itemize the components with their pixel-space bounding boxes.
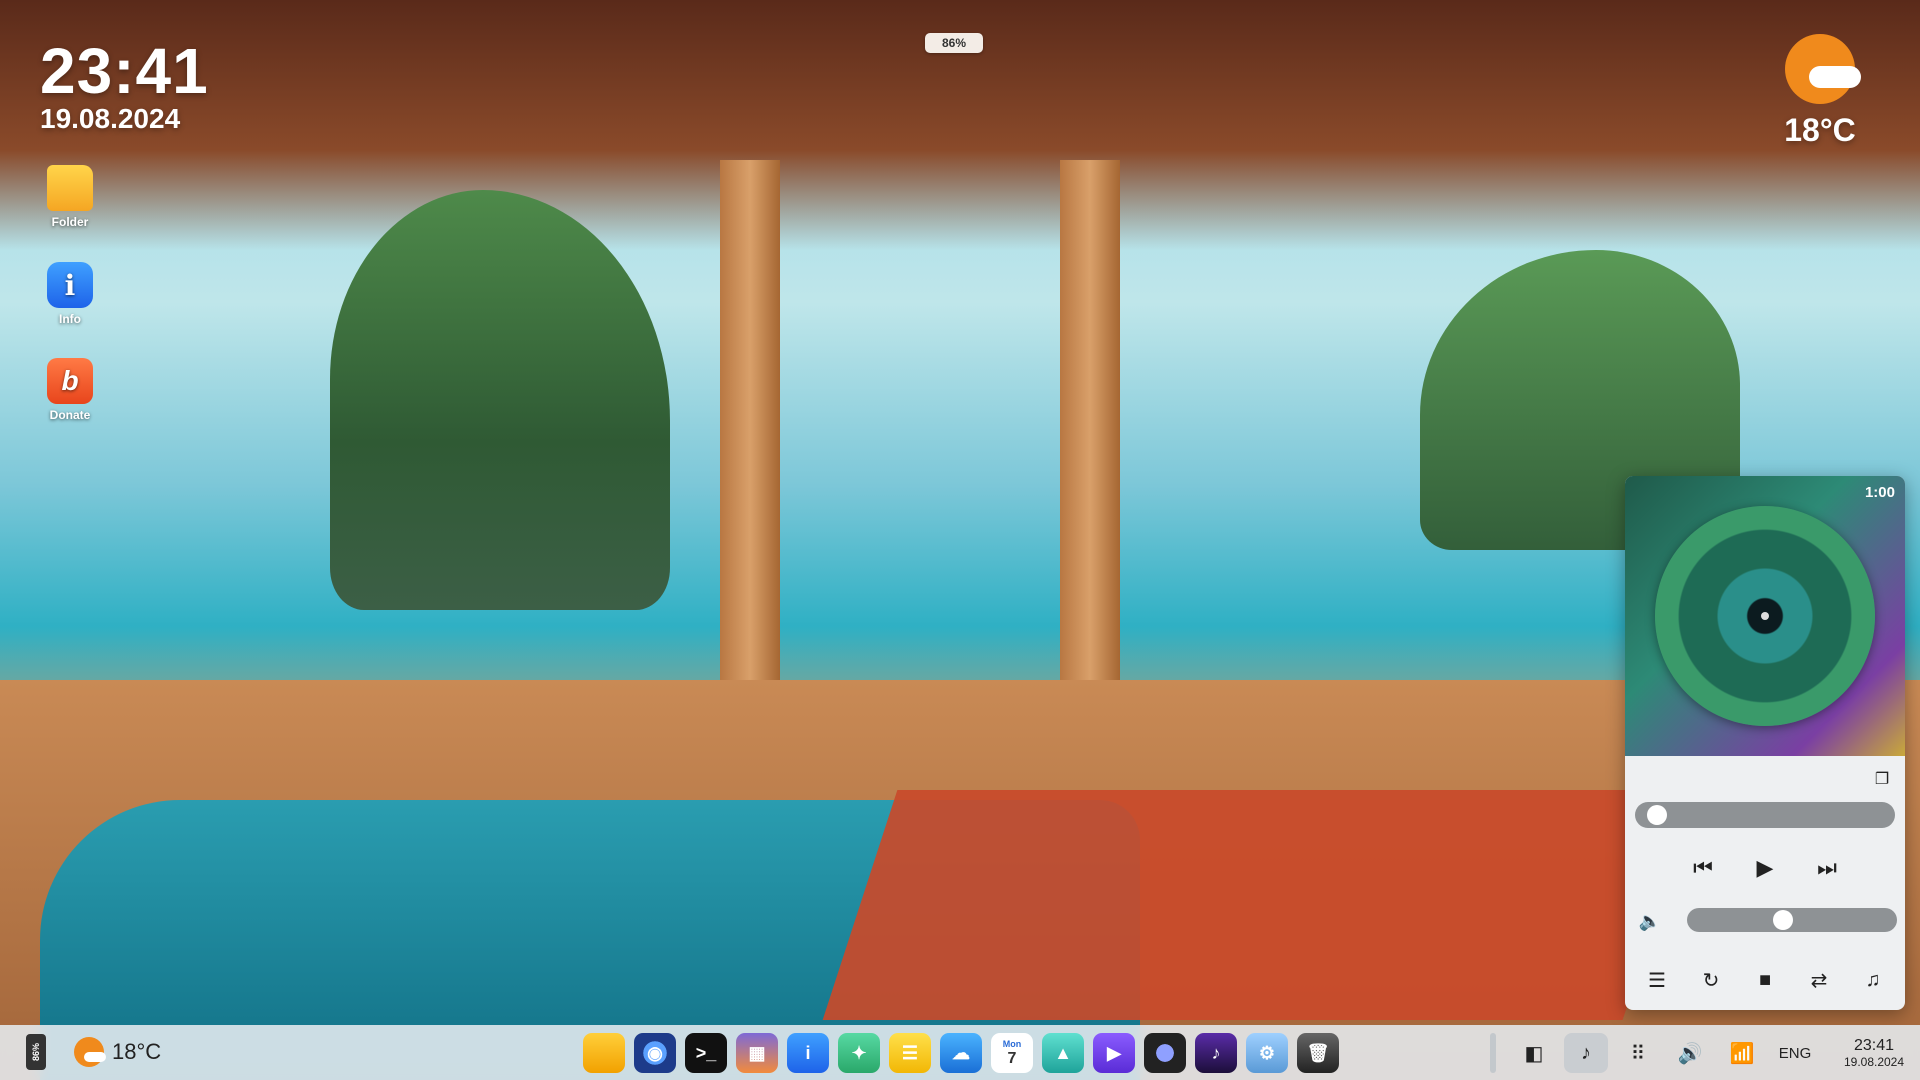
app-grid-icon[interactable]: ⠿ [1616, 1033, 1660, 1073]
tools-app-icon[interactable]: ✦ [838, 1033, 880, 1073]
partly-cloudy-icon [74, 1037, 106, 1067]
clock-date: 19.08.2024 [40, 103, 181, 134]
system-tray: ◧ ♪ ⠿ 🔊 📶 ENG 23:41 19.08.2024 [1490, 1033, 1914, 1073]
wallpaper-pillar [1060, 160, 1120, 720]
trash-app-icon[interactable]: 🗑 [1297, 1033, 1339, 1073]
playlist-icon[interactable]: ♫ [1857, 964, 1889, 996]
taskbar: 86% 18°C ◉ >_ ▦ i ✦ ☰ ☁ Mon 7 ▲ ▶ ♪ ⚙ 🗑 … [0, 1025, 1920, 1080]
terminal-app-icon[interactable]: >_ [685, 1033, 727, 1073]
refresh-icon[interactable]: ↻ [1695, 964, 1727, 996]
battery-level-badge: 86% [925, 33, 983, 53]
album-art: 1:00 [1625, 476, 1905, 756]
files-app-icon[interactable] [583, 1033, 625, 1073]
volume-icon[interactable]: 🔈 [1635, 906, 1665, 936]
stop-icon[interactable]: ■ [1749, 964, 1781, 996]
taskbar-time: 23:41 [1853, 1037, 1895, 1054]
wifi-icon[interactable]: 📶 [1720, 1033, 1764, 1073]
volume-slider-handle[interactable] [1772, 910, 1793, 930]
seek-slider-handle[interactable] [1647, 805, 1668, 825]
desktop-icon-info[interactable]: i Info [44, 262, 96, 326]
wallpaper-pillar [720, 160, 780, 720]
volume-slider[interactable] [1687, 908, 1897, 932]
battery-percent: 86% [31, 1043, 41, 1062]
donate-icon: b [47, 358, 93, 404]
partly-cloudy-icon [1785, 34, 1861, 104]
app-dock: ◉ >_ ▦ i ✦ ☰ ☁ Mon 7 ▲ ▶ ♪ ⚙ 🗑 [583, 1033, 1339, 1073]
desktop-icon-folder[interactable]: Folder [44, 165, 96, 229]
weather-app-icon[interactable]: ☁ [940, 1033, 982, 1073]
info-app-icon[interactable]: i [787, 1033, 829, 1073]
taskbar-weather-temp: 18°C [112, 1039, 162, 1064]
weather-widget[interactable]: 18°C [1760, 34, 1880, 149]
copy-icon[interactable]: ❐ [1871, 768, 1893, 790]
battery-icon[interactable]: 86% [26, 1034, 46, 1070]
previous-icon[interactable]: ⏮ [1683, 848, 1723, 888]
calendar-date: 7 [1007, 1049, 1017, 1067]
desktop-icon-donate[interactable]: b Donate [44, 358, 96, 422]
vinyl-disc-icon [1655, 506, 1875, 726]
clock-time: 23:41 [40, 35, 209, 107]
browser-app-icon[interactable]: ◉ [634, 1033, 676, 1073]
wallpaper-cliff-left [330, 190, 670, 610]
tray-divider [1490, 1033, 1496, 1073]
taskbar-date: 19.08.2024 [1843, 1055, 1905, 1069]
music-note-icon[interactable]: ♪ [1564, 1033, 1608, 1073]
info-icon: i [47, 262, 93, 308]
wallpaper-rug [822, 790, 1698, 1020]
volume-icon[interactable]: 🔊 [1668, 1033, 1712, 1073]
calculator-app-icon[interactable]: ▦ [736, 1033, 778, 1073]
calendar-day: Mon [1002, 1038, 1022, 1049]
next-icon[interactable]: ⏭ [1807, 848, 1847, 888]
calendar-app-icon[interactable]: Mon 7 [991, 1033, 1033, 1073]
video-player-app-icon[interactable]: ▶ [1093, 1033, 1135, 1073]
weather-temperature: 18°C [1784, 112, 1856, 148]
desktop-icon-label: Info [59, 312, 81, 326]
repeat-icon[interactable]: ⇄ [1803, 964, 1835, 996]
settings-app-icon[interactable]: ⚙ [1246, 1033, 1288, 1073]
taskbar-clock[interactable]: 23:41 19.08.2024 [1834, 1036, 1914, 1070]
equalizer-icon[interactable]: ☰ [1641, 964, 1673, 996]
seek-slider[interactable] [1635, 802, 1895, 828]
elapsed-time: 1:00 [1864, 484, 1895, 501]
window-switcher-icon[interactable]: ◧ [1512, 1033, 1556, 1073]
music-app-icon[interactable]: ♪ [1195, 1033, 1237, 1073]
taskbar-weather[interactable]: 18°C [74, 1035, 161, 1069]
notes-app-icon[interactable]: ☰ [889, 1033, 931, 1073]
folder-icon [47, 165, 93, 211]
photos-app-icon[interactable]: ▲ [1042, 1033, 1084, 1073]
music-player-widget: 1:00 ❐ ⏮ ▶ ⏭ 🔈 ☰ ↻ ■ ⇄ ♫ [1625, 476, 1905, 1010]
desktop-icon-label: Folder [51, 215, 89, 229]
keyboard-language[interactable]: ENG [1772, 1045, 1818, 1062]
desktop-icon-label: Donate [49, 408, 91, 422]
play-icon[interactable]: ▶ [1745, 848, 1785, 888]
camera-app-icon[interactable] [1144, 1033, 1186, 1073]
desktop-clock-widget: 23:41 19.08.2024 [40, 38, 209, 134]
